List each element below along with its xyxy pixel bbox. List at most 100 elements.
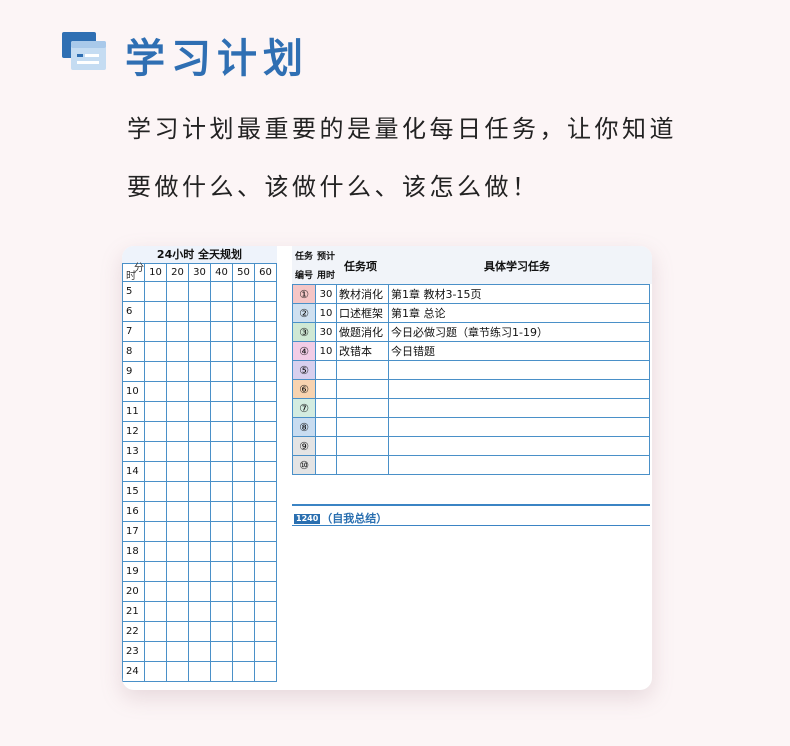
time-slot[interactable]	[144, 421, 167, 442]
time-slot[interactable]	[166, 641, 189, 662]
time-slot[interactable]	[254, 641, 277, 662]
task-detail[interactable]: 今日错题	[388, 341, 650, 361]
time-slot[interactable]	[166, 461, 189, 482]
time-slot[interactable]	[166, 381, 189, 402]
time-slot[interactable]	[144, 401, 167, 422]
time-slot[interactable]	[188, 621, 211, 642]
task-name[interactable]	[336, 379, 389, 399]
time-slot[interactable]	[144, 541, 167, 562]
time-slot[interactable]	[144, 461, 167, 482]
task-minutes[interactable]	[315, 379, 337, 399]
time-slot[interactable]	[254, 361, 277, 382]
time-slot[interactable]	[144, 561, 167, 582]
time-slot[interactable]	[210, 541, 233, 562]
time-slot[interactable]	[166, 341, 189, 362]
time-slot[interactable]	[254, 581, 277, 602]
time-slot[interactable]	[144, 441, 167, 462]
time-slot[interactable]	[254, 341, 277, 362]
task-detail[interactable]: 第1章 教材3-15页	[388, 284, 650, 304]
time-slot[interactable]	[232, 381, 255, 402]
time-slot[interactable]	[188, 321, 211, 342]
time-slot[interactable]	[210, 341, 233, 362]
time-slot[interactable]	[232, 541, 255, 562]
time-slot[interactable]	[254, 661, 277, 682]
time-slot[interactable]	[210, 601, 233, 622]
time-slot[interactable]	[210, 361, 233, 382]
time-slot[interactable]	[210, 501, 233, 522]
task-detail[interactable]: 今日必做习题（章节练习1-19）	[388, 322, 650, 342]
time-slot[interactable]	[166, 301, 189, 322]
task-detail[interactable]	[388, 379, 650, 399]
time-slot[interactable]	[188, 341, 211, 362]
time-slot[interactable]	[188, 561, 211, 582]
time-slot[interactable]	[254, 301, 277, 322]
task-name[interactable]: 改错本	[336, 341, 389, 361]
task-detail[interactable]	[388, 417, 650, 437]
task-name[interactable]	[336, 436, 389, 456]
time-slot[interactable]	[188, 601, 211, 622]
time-slot[interactable]	[166, 541, 189, 562]
time-slot[interactable]	[166, 401, 189, 422]
time-slot[interactable]	[210, 421, 233, 442]
time-slot[interactable]	[232, 501, 255, 522]
time-slot[interactable]	[254, 321, 277, 342]
time-slot[interactable]	[188, 441, 211, 462]
time-slot[interactable]	[166, 601, 189, 622]
task-name[interactable]	[336, 398, 389, 418]
time-slot[interactable]	[210, 641, 233, 662]
time-slot[interactable]	[166, 661, 189, 682]
task-detail[interactable]	[388, 436, 650, 456]
time-slot[interactable]	[232, 581, 255, 602]
time-slot[interactable]	[232, 461, 255, 482]
task-minutes[interactable]	[315, 360, 337, 380]
time-slot[interactable]	[188, 581, 211, 602]
time-slot[interactable]	[210, 521, 233, 542]
time-slot[interactable]	[144, 281, 167, 302]
time-slot[interactable]	[166, 581, 189, 602]
task-detail[interactable]	[388, 455, 650, 475]
time-slot[interactable]	[254, 281, 277, 302]
time-slot[interactable]	[188, 521, 211, 542]
time-slot[interactable]	[166, 321, 189, 342]
time-slot[interactable]	[144, 521, 167, 542]
time-slot[interactable]	[166, 501, 189, 522]
time-slot[interactable]	[188, 481, 211, 502]
time-slot[interactable]	[166, 281, 189, 302]
time-slot[interactable]	[188, 281, 211, 302]
time-slot[interactable]	[232, 641, 255, 662]
time-slot[interactable]	[210, 461, 233, 482]
time-slot[interactable]	[166, 521, 189, 542]
task-minutes[interactable]	[315, 398, 337, 418]
time-slot[interactable]	[188, 641, 211, 662]
time-slot[interactable]	[188, 301, 211, 322]
time-slot[interactable]	[210, 661, 233, 682]
task-minutes[interactable]: 10	[315, 303, 337, 323]
time-slot[interactable]	[254, 401, 277, 422]
time-slot[interactable]	[144, 481, 167, 502]
time-slot[interactable]	[254, 621, 277, 642]
time-slot[interactable]	[144, 501, 167, 522]
time-slot[interactable]	[144, 641, 167, 662]
time-slot[interactable]	[144, 321, 167, 342]
time-slot[interactable]	[232, 421, 255, 442]
time-slot[interactable]	[232, 621, 255, 642]
time-slot[interactable]	[188, 501, 211, 522]
time-slot[interactable]	[144, 361, 167, 382]
task-name[interactable]	[336, 360, 389, 380]
time-slot[interactable]	[232, 341, 255, 362]
time-slot[interactable]	[232, 301, 255, 322]
task-minutes[interactable]: 10	[315, 341, 337, 361]
time-slot[interactable]	[144, 301, 167, 322]
time-slot[interactable]	[188, 421, 211, 442]
time-slot[interactable]	[188, 381, 211, 402]
task-detail[interactable]: 第1章 总论	[388, 303, 650, 323]
time-slot[interactable]	[232, 441, 255, 462]
task-name[interactable]: 做题消化	[336, 322, 389, 342]
time-slot[interactable]	[144, 621, 167, 642]
time-slot[interactable]	[144, 601, 167, 622]
time-slot[interactable]	[210, 621, 233, 642]
time-slot[interactable]	[210, 481, 233, 502]
time-slot[interactable]	[232, 481, 255, 502]
task-detail[interactable]	[388, 360, 650, 380]
time-slot[interactable]	[254, 441, 277, 462]
